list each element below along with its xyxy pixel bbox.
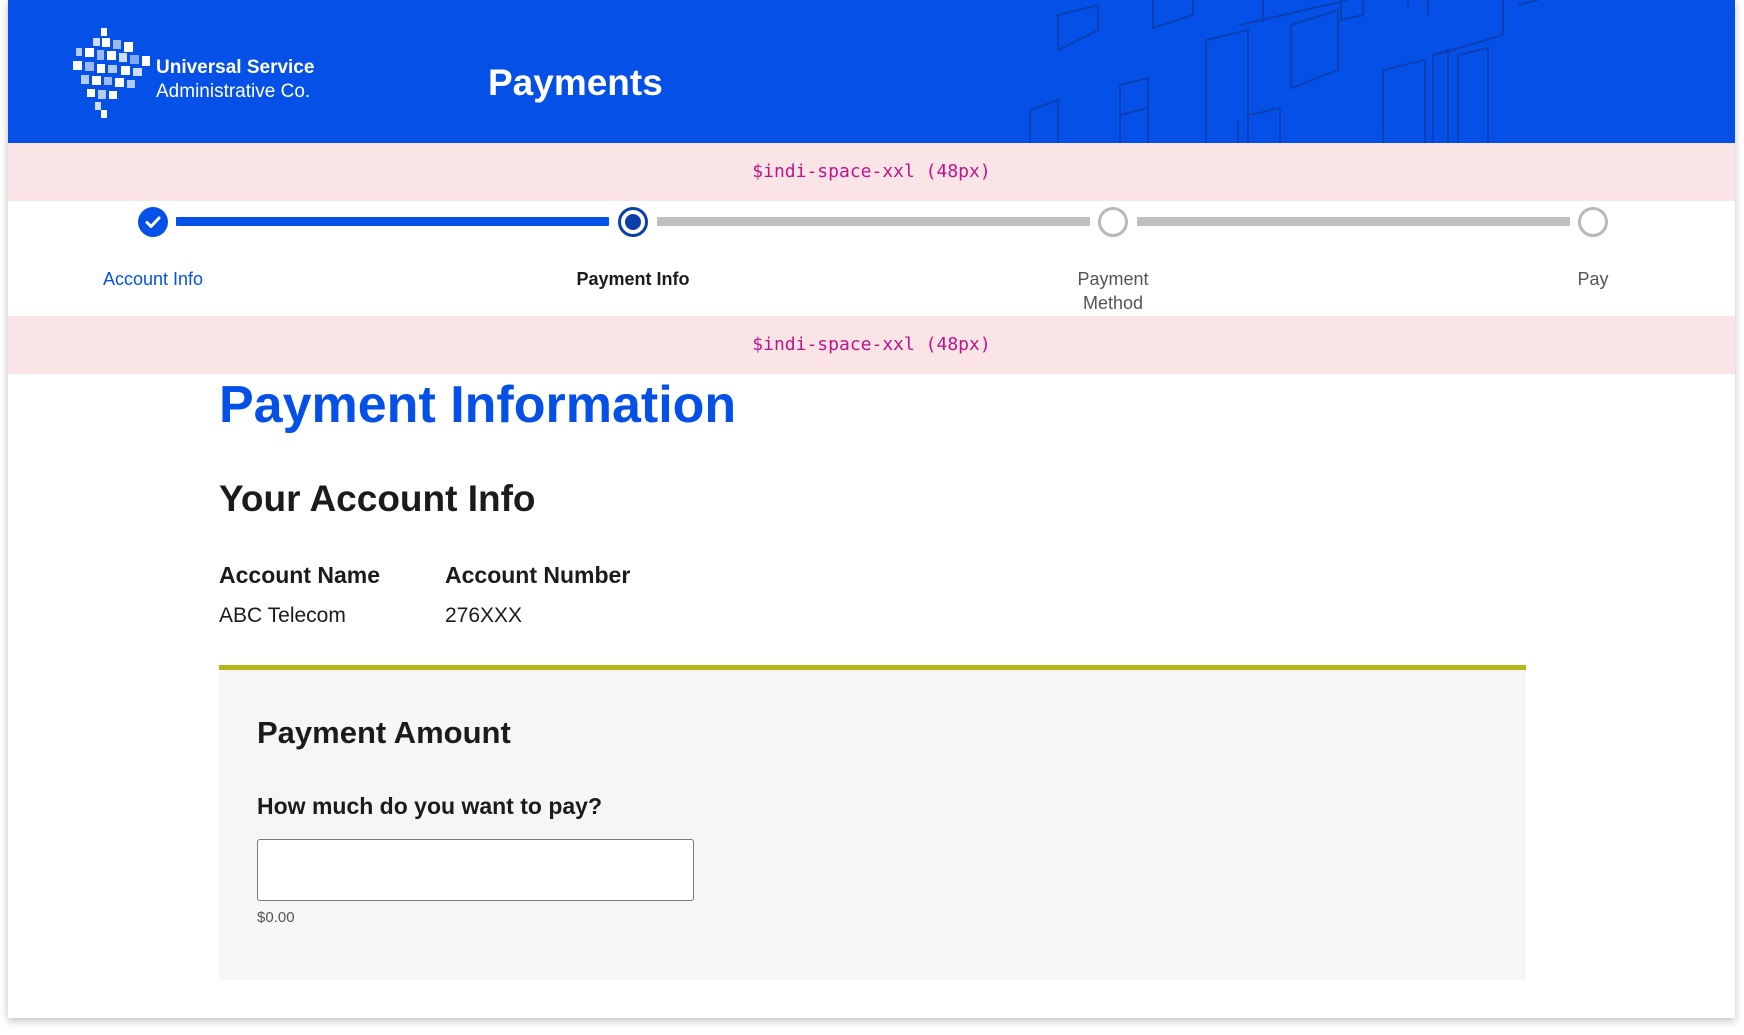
step-complete-check-icon[interactable]	[138, 207, 168, 237]
page-title: Payment Information	[219, 376, 737, 434]
app-title: Payments	[488, 62, 663, 103]
step-account-info-link[interactable]: Account Info	[63, 267, 243, 291]
org-name: Universal Service Administrative Co.	[156, 56, 314, 104]
step-pending-indicator-4	[1578, 207, 1608, 237]
account-number-label: Account Number	[445, 562, 631, 588]
org-name-line2: Administrative Co.	[156, 81, 311, 102]
page-frame: Universal Service Administrative Co. Pay…	[8, 0, 1735, 1018]
stepper-connector-3	[1137, 217, 1570, 226]
org-name-line1: Universal Service	[156, 57, 315, 78]
step-payment-info-label: Payment Info	[576, 269, 690, 289]
account-section-title: Your Account Info	[219, 478, 536, 519]
progress-stepper: Account Info Payment Info Payment Method…	[8, 201, 1735, 316]
account-name-value: ABC Telecom	[219, 604, 346, 627]
stepper-connector-2	[657, 217, 1090, 226]
payment-amount-hint: $0.00	[257, 909, 295, 926]
checkmark-icon	[145, 216, 161, 228]
account-number-value: 276XXX	[445, 604, 523, 627]
spacing-annotation-bottom: $indi-space-xxl (48px)	[8, 316, 1735, 374]
payment-amount-question: How much do you want to pay?	[257, 793, 602, 819]
usac-logo	[73, 28, 150, 118]
site-header: Universal Service Administrative Co. Pay…	[8, 0, 1735, 143]
spacing-annotation-top: $indi-space-xxl (48px)	[8, 143, 1735, 201]
step-current-indicator	[618, 207, 648, 237]
payment-amount-title: Payment Amount	[257, 715, 511, 750]
step-payment-method-label: Payment Method	[1077, 269, 1149, 313]
payment-amount-card: Payment Amount How much do you want to p…	[219, 665, 1526, 980]
stepper-connector-1	[176, 217, 609, 226]
step-pending-indicator-3	[1098, 207, 1128, 237]
payment-amount-input[interactable]	[257, 839, 694, 901]
account-name-label: Account Name	[219, 562, 381, 588]
step-pay-label: Pay	[1577, 269, 1609, 289]
